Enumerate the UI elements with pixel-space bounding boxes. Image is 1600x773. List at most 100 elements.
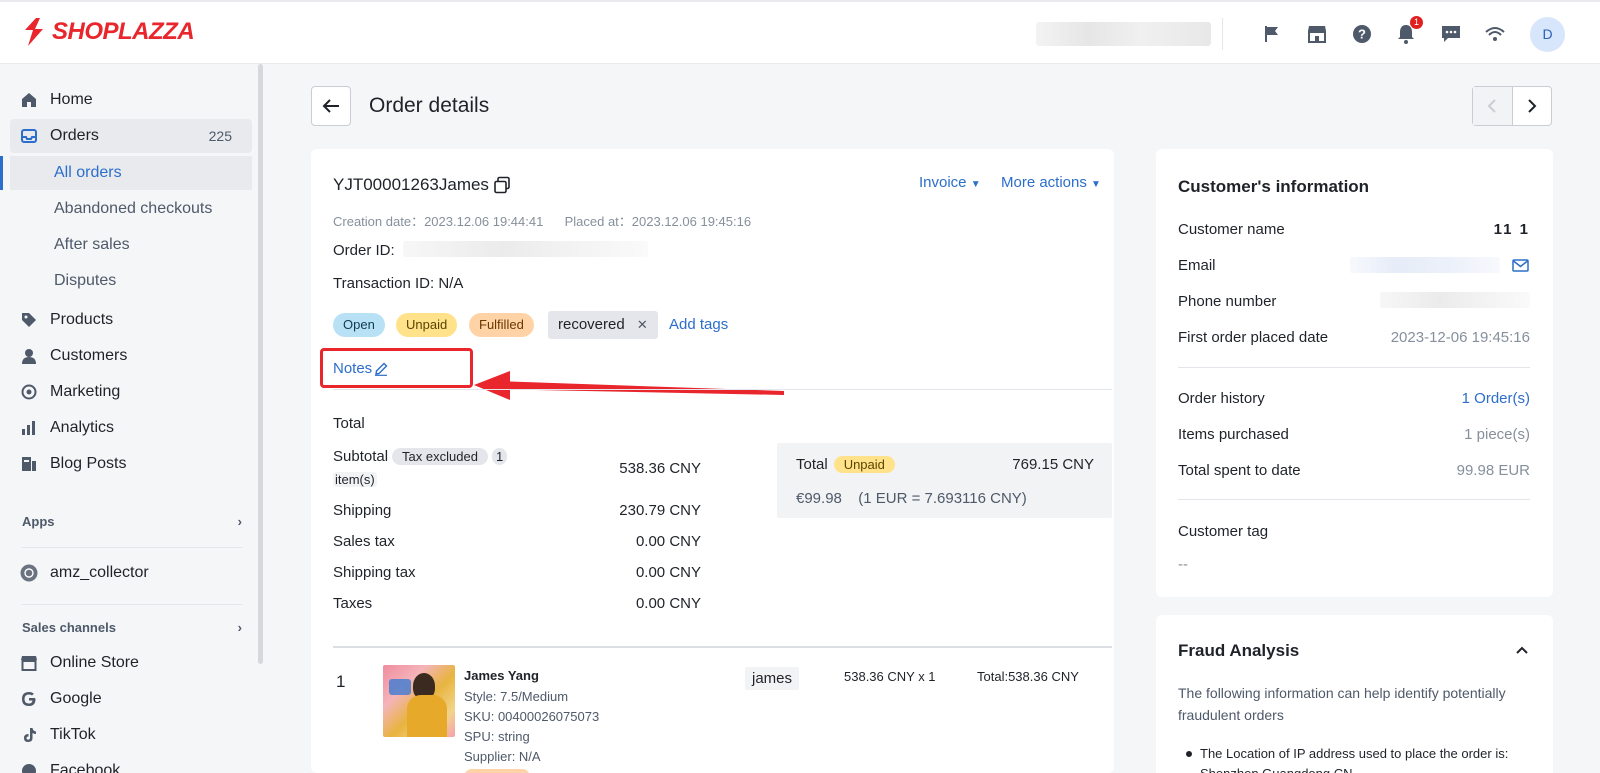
sidebar-item-label: Products	[50, 311, 114, 328]
sidebar-subitem-disputes[interactable]: Disputes	[10, 264, 252, 298]
top-bar: SHOPLAZZA ? 1 D	[0, 0, 1600, 64]
section-title: Sales channels	[22, 620, 116, 635]
store-name-redacted[interactable]	[1036, 22, 1211, 46]
chevron-right-icon: ›	[237, 514, 242, 529]
sidebar-item-tiktok[interactable]: TikTok	[10, 718, 252, 752]
shoplazza-logo[interactable]: SHOPLAZZA	[22, 18, 195, 46]
product-supplier: Supplier: N/A	[464, 749, 541, 764]
flag-icon[interactable]	[1260, 22, 1284, 46]
bar-chart-icon	[20, 419, 38, 437]
creation-date-value: 2023.12.06 19:44:41	[424, 214, 544, 229]
status-badge-open: Open	[333, 313, 385, 337]
invoice-dropdown[interactable]: Invoice ▼	[919, 174, 981, 191]
close-icon[interactable]: ✕	[637, 317, 648, 332]
tiktok-icon	[20, 726, 38, 744]
sidebar-item-label: TikTok	[50, 726, 96, 743]
page-title: Order details	[369, 94, 490, 117]
previous-order-button[interactable]	[1473, 87, 1513, 125]
chevron-up-icon[interactable]	[1515, 645, 1529, 655]
divider	[333, 646, 1112, 648]
line-item-index: 1	[336, 672, 346, 691]
store-icon[interactable]	[1305, 22, 1329, 46]
sidebar-subitem-abandoned-checkouts[interactable]: Abandoned checkouts	[10, 192, 252, 226]
first-order-value: 2023-12-06 19:45:16	[1390, 329, 1530, 346]
sidebar-item-marketing[interactable]: Marketing	[10, 375, 252, 409]
sidebar-subitem-after-sales[interactable]: After sales	[10, 228, 252, 262]
sidebar-item-orders[interactable]: Orders 225	[10, 119, 252, 153]
summary-eur-row: €99.98 (1 EUR = 7.693116 CNY)	[796, 490, 1027, 507]
fraud-ip-location: The Location of IP address used to place…	[1200, 746, 1509, 773]
mail-icon[interactable]	[1512, 259, 1529, 272]
back-button[interactable]	[311, 86, 351, 126]
chevron-left-icon	[1487, 99, 1496, 113]
sidebar-item-label: Google	[50, 690, 102, 707]
summary-unpaid-badge: Unpaid	[833, 456, 895, 473]
total-section-title: Total	[333, 415, 365, 432]
home-icon	[20, 91, 38, 109]
order-history-link[interactable]: 1 Order(s)	[1400, 390, 1530, 407]
sidebar-item-analytics[interactable]: Analytics	[10, 411, 252, 445]
sidebar-section-apps[interactable]: Apps ›	[22, 514, 242, 529]
order-pager	[1472, 86, 1552, 126]
phone-redacted	[1380, 292, 1530, 308]
order-dates: Creation date：2023.12.06 19:44:41 Placed…	[333, 211, 751, 230]
creation-date-label: Creation date：	[333, 214, 425, 229]
copy-icon[interactable]	[493, 176, 511, 194]
more-actions-dropdown[interactable]: More actions ▼	[1001, 174, 1101, 191]
taxes-value: 0.00 CNY	[635, 595, 701, 612]
more-actions-label: More actions	[1001, 174, 1087, 191]
add-tags-link[interactable]: Add tags	[669, 316, 728, 333]
google-icon	[20, 690, 38, 708]
arrow-left-icon	[322, 99, 339, 113]
sidebar-item-home[interactable]: Home	[10, 83, 252, 117]
product-thumbnail[interactable]	[383, 665, 455, 737]
sales-tax-value: 0.00 CNY	[635, 533, 701, 550]
status-badge-unpaid: Unpaid	[396, 313, 458, 337]
sidebar-item-google[interactable]: Google	[10, 682, 252, 716]
summary-rate: (1 EUR = 7.693116 CNY)	[858, 490, 1027, 507]
sidebar-subitem-all-orders[interactable]: All orders	[0, 156, 252, 190]
items-purchased-label: Items purchased	[1178, 426, 1289, 443]
product-style: Style: 7.5/Medium	[464, 689, 569, 704]
shipping-tax-value: 0.00 CNY	[635, 564, 701, 581]
sidebar-item-label: Online Store	[50, 654, 139, 671]
chat-icon[interactable]	[1439, 22, 1463, 46]
fulfillment-badge-partial	[464, 769, 530, 773]
fraud-analysis-title: Fraud Analysis	[1178, 641, 1300, 660]
sidebar-item-label: Analytics	[50, 419, 115, 436]
sidebar-item-facebook[interactable]: Facebook	[10, 754, 252, 773]
transaction-id: Transaction ID: N/A	[333, 275, 464, 292]
user-avatar[interactable]: D	[1530, 17, 1565, 52]
item-count-b: item(s)	[333, 472, 377, 487]
sidebar-item-amz-collector[interactable]: amz_collector	[10, 556, 252, 590]
sidebar-item-products[interactable]: Products	[10, 303, 252, 337]
notes-highlight-box	[320, 348, 473, 388]
target-icon	[20, 383, 38, 401]
order-history-label: Order history	[1178, 390, 1265, 407]
product-name[interactable]: James Yang	[464, 668, 539, 683]
notification-bell-icon[interactable]: 1	[1394, 16, 1423, 46]
facebook-icon	[20, 762, 38, 773]
tax-excluded-pill: Tax excluded	[392, 448, 488, 465]
sidebar-item-label: Blog Posts	[50, 455, 127, 472]
app-icon	[20, 564, 38, 582]
customer-name-label: Customer name	[1178, 221, 1285, 238]
line-item-price-qty: 538.36 CNY x 1	[844, 669, 936, 684]
help-icon[interactable]: ?	[1350, 22, 1374, 46]
divider	[333, 389, 1112, 390]
orders-count: 225	[208, 128, 232, 144]
caret-down-icon: ▼	[970, 179, 981, 190]
wifi-icon[interactable]	[1483, 22, 1507, 46]
order-id-label: Order ID:	[333, 242, 395, 259]
caret-down-icon: ▼	[1091, 179, 1101, 190]
sidebar-item-online-store[interactable]: Online Store	[10, 646, 252, 680]
sidebar-item-blog-posts[interactable]: Blog Posts	[10, 447, 252, 481]
sidebar-section-sales-channels[interactable]: Sales channels ›	[22, 620, 242, 635]
inbox-icon	[20, 127, 38, 145]
sidebar-scrollbar[interactable]	[258, 64, 263, 664]
invoice-label: Invoice	[919, 174, 967, 191]
next-order-button[interactable]	[1513, 87, 1552, 125]
phone-label: Phone number	[1178, 293, 1277, 310]
tag-icon	[20, 311, 38, 329]
sidebar-item-customers[interactable]: Customers	[10, 339, 252, 373]
